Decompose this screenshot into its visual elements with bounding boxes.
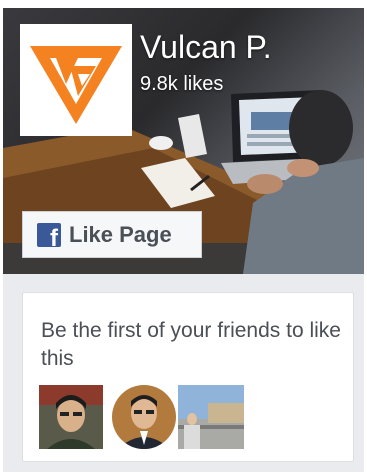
friend-avatar-1-icon <box>39 385 103 449</box>
like-page-button[interactable]: f Like Page <box>22 211 202 258</box>
friend-avatar-3-icon <box>178 385 244 449</box>
friend-avatar-2-icon <box>112 385 176 449</box>
like-count: 9.8k likes <box>140 73 224 95</box>
page-profile-picture[interactable] <box>20 24 132 136</box>
page-name[interactable]: Vulcan P. <box>140 28 340 66</box>
friends-message: Be the first of your friends to like thi… <box>41 319 341 370</box>
like-page-label: Like Page <box>69 221 172 247</box>
facebook-page-widget: Vulcan P. 9.8k likes f Like Page Be the … <box>3 8 364 472</box>
friend-avatar[interactable] <box>112 385 176 449</box>
friend-avatar[interactable] <box>39 385 103 449</box>
vulcan-logo-icon <box>30 46 122 124</box>
facebook-icon: f <box>37 222 61 247</box>
friend-avatar[interactable] <box>178 385 244 449</box>
friends-section: Be the first of your friends to like thi… <box>22 292 354 462</box>
cover-photo[interactable]: Vulcan P. 9.8k likes f Like Page <box>3 8 364 274</box>
